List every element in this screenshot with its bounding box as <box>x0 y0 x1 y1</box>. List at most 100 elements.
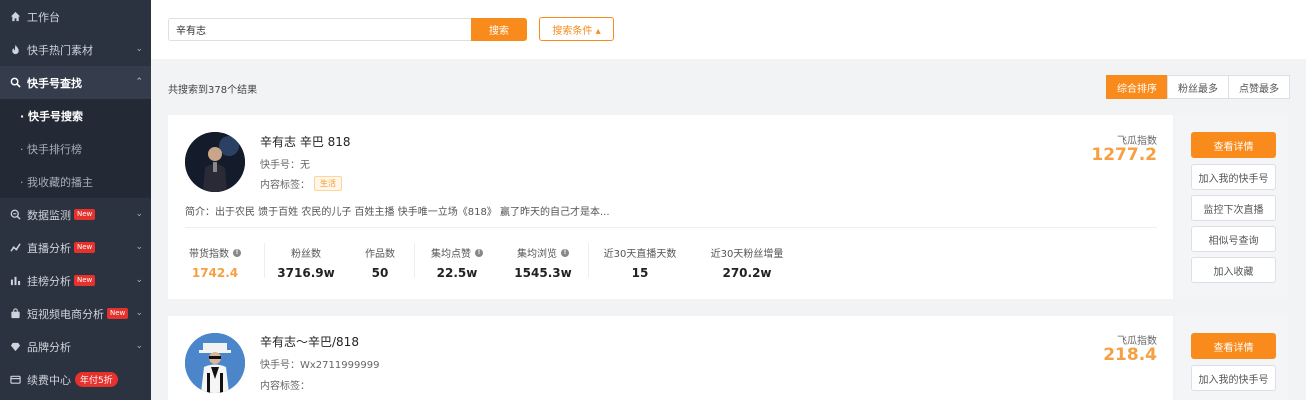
metric-followers: 粉丝数 3716.9w <box>272 245 340 280</box>
metric-label: 带货指数 <box>189 249 229 260</box>
fire-icon <box>10 44 21 55</box>
sidebar-item-renewal-center[interactable]: 续费中心 年付5折 <box>0 363 151 396</box>
diamond-icon <box>10 341 21 352</box>
sidebar-item-label: 工作台 <box>27 10 60 24</box>
sidebar-item-data-monitor[interactable]: 数据监测 New ⌄ <box>0 198 151 231</box>
account-name[interactable]: 辛有志～辛巴/818 <box>260 333 359 350</box>
sidebar-item-dashboard[interactable]: 工作台 <box>0 0 151 33</box>
metric-label: 粉丝数 <box>291 249 321 260</box>
result-card: 辛有志～辛巴/818 快手号：Wx2711999999 内容标签： 飞瓜指数 2… <box>168 316 1173 400</box>
sidebar-item-video-ecommerce[interactable]: 短视频电商分析 New ⌄ <box>0 297 151 330</box>
divider <box>264 243 265 278</box>
sort-tabs: 综合排序 粉丝最多 点赞最多 <box>1106 75 1290 99</box>
metric-value: 22.5w <box>436 266 478 280</box>
sidebar-item-brand-analysis[interactable]: 品牌分析 ⌄ <box>0 330 151 363</box>
view-details-button[interactable]: 查看详情 <box>1191 132 1276 158</box>
metric-avg-views: 集均浏览! 1545.3w <box>506 245 580 280</box>
metric-avg-likes: 集均点赞! 22.5w <box>422 245 492 280</box>
monitor-next-live-button[interactable]: 监控下次直播 <box>1191 195 1276 221</box>
metric-value: 1545.3w <box>514 266 572 280</box>
metric-value: 1742.4 <box>191 266 239 280</box>
chevron-down-icon: ⌄ <box>135 341 143 351</box>
view-details-button[interactable]: 查看详情 <box>1191 333 1276 359</box>
content-tags: 内容标签： 生活 <box>260 176 342 191</box>
feigua-index-value: 218.4 <box>1103 345 1157 365</box>
chevron-down-icon: ⌄ <box>135 209 143 219</box>
search-bar: 搜索 搜索条件 ▴ <box>151 0 1306 59</box>
add-favorite-button[interactable]: 加入收藏 <box>1191 257 1276 283</box>
sidebar-item-label: 品牌分析 <box>27 340 71 354</box>
account-intro: 简介：出于农民 馈于百姓 农民的儿子 百姓主播 快手唯一立场《818》 赢了昨天… <box>185 207 610 218</box>
new-badge: New <box>107 308 129 319</box>
sidebar-item-hot-materials[interactable]: 快手热门素材 ⌄ <box>0 33 151 66</box>
divider <box>185 227 1157 228</box>
chevron-down-icon: ⌄ <box>135 44 143 54</box>
monitor-icon <box>10 209 21 220</box>
metric-value: 3716.9w <box>277 266 335 280</box>
sidebar-item-label: 短视频电商分析 <box>27 307 104 321</box>
chevron-down-icon: ⌄ <box>135 308 143 318</box>
account-name[interactable]: 辛有志 辛巴 818 <box>260 133 351 150</box>
search-icon <box>10 77 21 88</box>
metric-value: 50 <box>371 266 389 280</box>
info-icon[interactable]: ! <box>233 248 241 257</box>
sidebar-submenu: · 快手号搜索 · 快手排行榜 · 我收藏的播主 <box>0 99 151 198</box>
chevron-up-icon: ⌃ <box>135 77 143 87</box>
live-chart-icon <box>10 242 21 253</box>
sidebar-subitem-ranking[interactable]: · 快手排行榜 <box>0 132 151 165</box>
account-id: 快手号：Wx2711999999 <box>260 360 380 371</box>
result-card: 辛有志 辛巴 818 快手号：无 内容标签： 生活 简介：出于农民 馈于百姓 农… <box>168 115 1173 299</box>
search-conditions-button[interactable]: 搜索条件 ▴ <box>539 17 614 41</box>
metric-works: 作品数 50 <box>350 245 410 280</box>
sidebar-item-list-analysis[interactable]: 挂榜分析 New ⌄ <box>0 264 151 297</box>
similar-accounts-button[interactable]: 相似号查询 <box>1191 226 1276 252</box>
metric-label: 近30天直播天数 <box>603 249 677 260</box>
add-my-account-button[interactable]: 加入我的快手号 <box>1191 164 1276 190</box>
feigua-index-value: 1277.2 <box>1091 145 1157 165</box>
metric-follower-growth: 近30天粉丝增量 270.2w <box>702 245 792 280</box>
shopping-bag-icon <box>10 308 21 319</box>
bar-chart-icon <box>10 275 21 286</box>
sidebar-item-live-analysis[interactable]: 直播分析 New ⌄ <box>0 231 151 264</box>
sort-tab-likes[interactable]: 点赞最多 <box>1228 75 1290 99</box>
search-input[interactable] <box>168 18 471 41</box>
sidebar-subitem-favorites[interactable]: · 我收藏的播主 <box>0 165 151 198</box>
sidebar: 工作台 快手热门素材 ⌄ 快手号查找 ⌃ · 快手号搜索 · 快手排行榜 · 我… <box>0 0 151 400</box>
result-count: 共搜索到378个结果 <box>168 85 258 96</box>
divider <box>588 243 589 278</box>
metric-sales-index: 带货指数! 1742.4 <box>185 245 245 280</box>
content-tag: 生活 <box>314 176 342 191</box>
sidebar-item-label: 续费中心 <box>27 373 71 387</box>
avatar[interactable] <box>185 333 245 393</box>
new-badge: New <box>74 275 96 286</box>
metric-value: 15 <box>631 266 649 280</box>
sidebar-item-label: 数据监测 <box>27 208 71 222</box>
metric-label: 集均浏览 <box>517 249 557 260</box>
metric-value: 270.2w <box>722 266 772 280</box>
search-button[interactable]: 搜索 <box>471 18 527 41</box>
promo-badge: 年付5折 <box>75 372 118 387</box>
metric-live-days: 近30天直播天数 15 <box>598 245 682 280</box>
sidebar-subitem-account-search[interactable]: · 快手号搜索 <box>0 99 151 132</box>
sort-tab-followers[interactable]: 粉丝最多 <box>1167 75 1229 99</box>
card-actions: 查看详情 加入我的快手号 监控下次直播 相似号查询 加入收藏 <box>1175 115 1288 299</box>
content-tags: 内容标签： <box>260 377 310 392</box>
metric-label: 近30天粉丝增量 <box>710 249 784 260</box>
chevron-down-icon: ⌄ <box>135 242 143 252</box>
content-tags-label: 内容标签： <box>260 180 310 191</box>
content-tags-label: 内容标签： <box>260 381 310 392</box>
divider <box>414 243 415 278</box>
chevron-down-icon: ⌄ <box>135 275 143 285</box>
add-my-account-button[interactable]: 加入我的快手号 <box>1191 365 1276 391</box>
sidebar-item-account-search[interactable]: 快手号查找 ⌃ <box>0 66 151 99</box>
info-icon[interactable]: ! <box>475 248 483 257</box>
info-icon[interactable]: ! <box>561 248 569 257</box>
metric-label: 作品数 <box>365 249 395 260</box>
card-actions: 查看详情 加入我的快手号 <box>1175 316 1288 400</box>
account-id: 快手号：无 <box>260 160 310 171</box>
sidebar-item-label: 快手号查找 <box>27 76 82 90</box>
sidebar-item-label: 快手热门素材 <box>27 43 93 57</box>
sort-tab-overall[interactable]: 综合排序 <box>1106 75 1168 99</box>
sidebar-item-label: 挂榜分析 <box>27 274 71 288</box>
avatar[interactable] <box>185 132 245 192</box>
